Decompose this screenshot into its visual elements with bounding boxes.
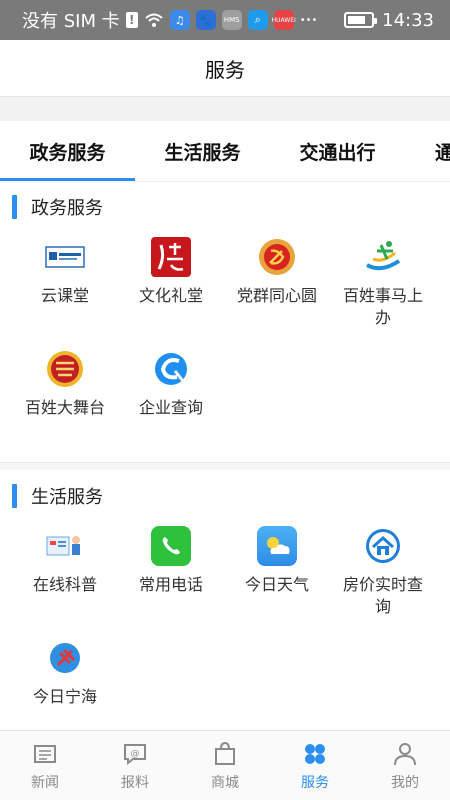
nav-label: 商城 xyxy=(211,774,239,791)
section-accent-bar xyxy=(12,195,17,219)
bottom-navigation: 新闻 @ 报料 商城 服务 我的 xyxy=(0,730,450,800)
service-big-stage[interactable]: 百姓大舞台 xyxy=(12,341,118,453)
hms-app-icon: HMS xyxy=(221,10,242,30)
section-accent-bar xyxy=(12,484,17,508)
service-label: 党群同心圆 xyxy=(237,286,318,305)
science-icon xyxy=(45,526,85,566)
sim-status: 没有 SIM 卡 xyxy=(22,11,120,32)
tab-more[interactable]: 通 xyxy=(405,121,450,181)
separator-band xyxy=(0,97,450,121)
section-header: 生活服务 xyxy=(0,474,450,518)
service-enterprise-query[interactable]: 企业查询 xyxy=(118,341,224,453)
service-culture-hall[interactable]: 文化礼堂 xyxy=(118,229,224,341)
service-label: 今日宁海 xyxy=(32,687,97,706)
service-icon xyxy=(305,743,325,764)
tab-government[interactable]: 政务服务 xyxy=(0,121,135,181)
report-icon: @ xyxy=(124,743,146,765)
cloud-classroom-icon xyxy=(45,237,85,277)
service-today-ninghai[interactable]: 今日宁海 xyxy=(12,630,118,742)
service-label: 在线科普 xyxy=(32,575,97,594)
service-label: 云课堂 xyxy=(40,286,89,305)
nav-service[interactable]: 服务 xyxy=(270,731,360,800)
tab-traffic[interactable]: 交通出行 xyxy=(270,121,405,181)
category-tabs: 政务服务 生活服务 交通出行 通 xyxy=(0,121,450,182)
nav-label: 新闻 xyxy=(31,774,59,791)
section-title: 政务服务 xyxy=(31,198,103,219)
section-title: 生活服务 xyxy=(31,487,103,508)
profile-icon xyxy=(394,742,416,765)
more-notifications-icon: ••• xyxy=(299,14,318,26)
wifi-icon xyxy=(145,13,163,27)
news-icon xyxy=(34,744,56,763)
service-cloud-classroom[interactable]: 云课堂 xyxy=(12,229,118,341)
service-weather[interactable]: 今日天气 xyxy=(224,518,330,630)
svg-text:@: @ xyxy=(131,749,140,759)
stage-icon xyxy=(45,349,85,389)
culture-hall-icon xyxy=(151,237,191,277)
service-label: 企业查询 xyxy=(138,398,203,417)
nav-label: 服务 xyxy=(301,774,329,791)
service-label: 百姓事马上办 xyxy=(343,286,424,327)
service-label: 房价实时查询 xyxy=(343,575,424,616)
nav-profile[interactable]: 我的 xyxy=(360,731,450,800)
service-party-circle[interactable]: 党群同心圆 xyxy=(224,229,330,341)
baidu-app-icon: 🐾 xyxy=(195,10,216,30)
enterprise-query-icon xyxy=(151,349,191,389)
huawei-app-icon: HUAWEI xyxy=(272,10,296,30)
nav-label: 我的 xyxy=(391,774,419,791)
nav-shop[interactable]: 商城 xyxy=(180,731,270,800)
weather-icon xyxy=(257,526,297,566)
section-divider xyxy=(0,462,450,470)
clock: 14:33 xyxy=(382,9,434,31)
search-app-icon: ⌕ xyxy=(247,10,268,30)
service-house-price[interactable]: 房价实时查询 xyxy=(330,518,436,630)
section-government: 政务服务 云课堂 文化礼堂 党群同心圆 百姓事马上办 百姓大舞台 企业查询 xyxy=(0,185,450,453)
nav-report[interactable]: @ 报料 xyxy=(90,731,180,800)
battery-icon xyxy=(344,12,378,28)
section-header: 政务服务 xyxy=(0,185,450,229)
ninghai-icon xyxy=(45,638,85,678)
party-emblem-icon xyxy=(257,237,297,277)
service-label: 百姓大舞台 xyxy=(25,398,106,417)
service-label: 文化礼堂 xyxy=(138,286,203,305)
shop-icon xyxy=(215,741,235,765)
service-quick-handle[interactable]: 百姓事马上办 xyxy=(330,229,436,341)
quick-service-icon xyxy=(363,237,403,277)
nav-label: 报料 xyxy=(121,774,149,791)
service-common-phone[interactable]: 常用电话 xyxy=(118,518,224,630)
service-online-science[interactable]: 在线科普 xyxy=(12,518,118,630)
page-title: 服务 xyxy=(0,40,450,97)
house-icon xyxy=(363,526,403,566)
tab-life[interactable]: 生活服务 xyxy=(135,121,270,181)
service-label: 今日天气 xyxy=(244,575,309,594)
service-label: 常用电话 xyxy=(138,575,203,594)
status-bar: 没有 SIM 卡 ! ♫ 🐾 HMS ⌕ HUAWEI ••• 14:33 xyxy=(0,0,450,40)
nav-news[interactable]: 新闻 xyxy=(0,731,90,800)
phone-icon xyxy=(151,526,191,566)
section-life: 生活服务 在线科普 常用电话 今日天气 房价实时查询 今日宁海 xyxy=(0,474,450,742)
alert-icon: ! xyxy=(125,12,138,28)
music-app-icon: ♫ xyxy=(169,10,190,30)
